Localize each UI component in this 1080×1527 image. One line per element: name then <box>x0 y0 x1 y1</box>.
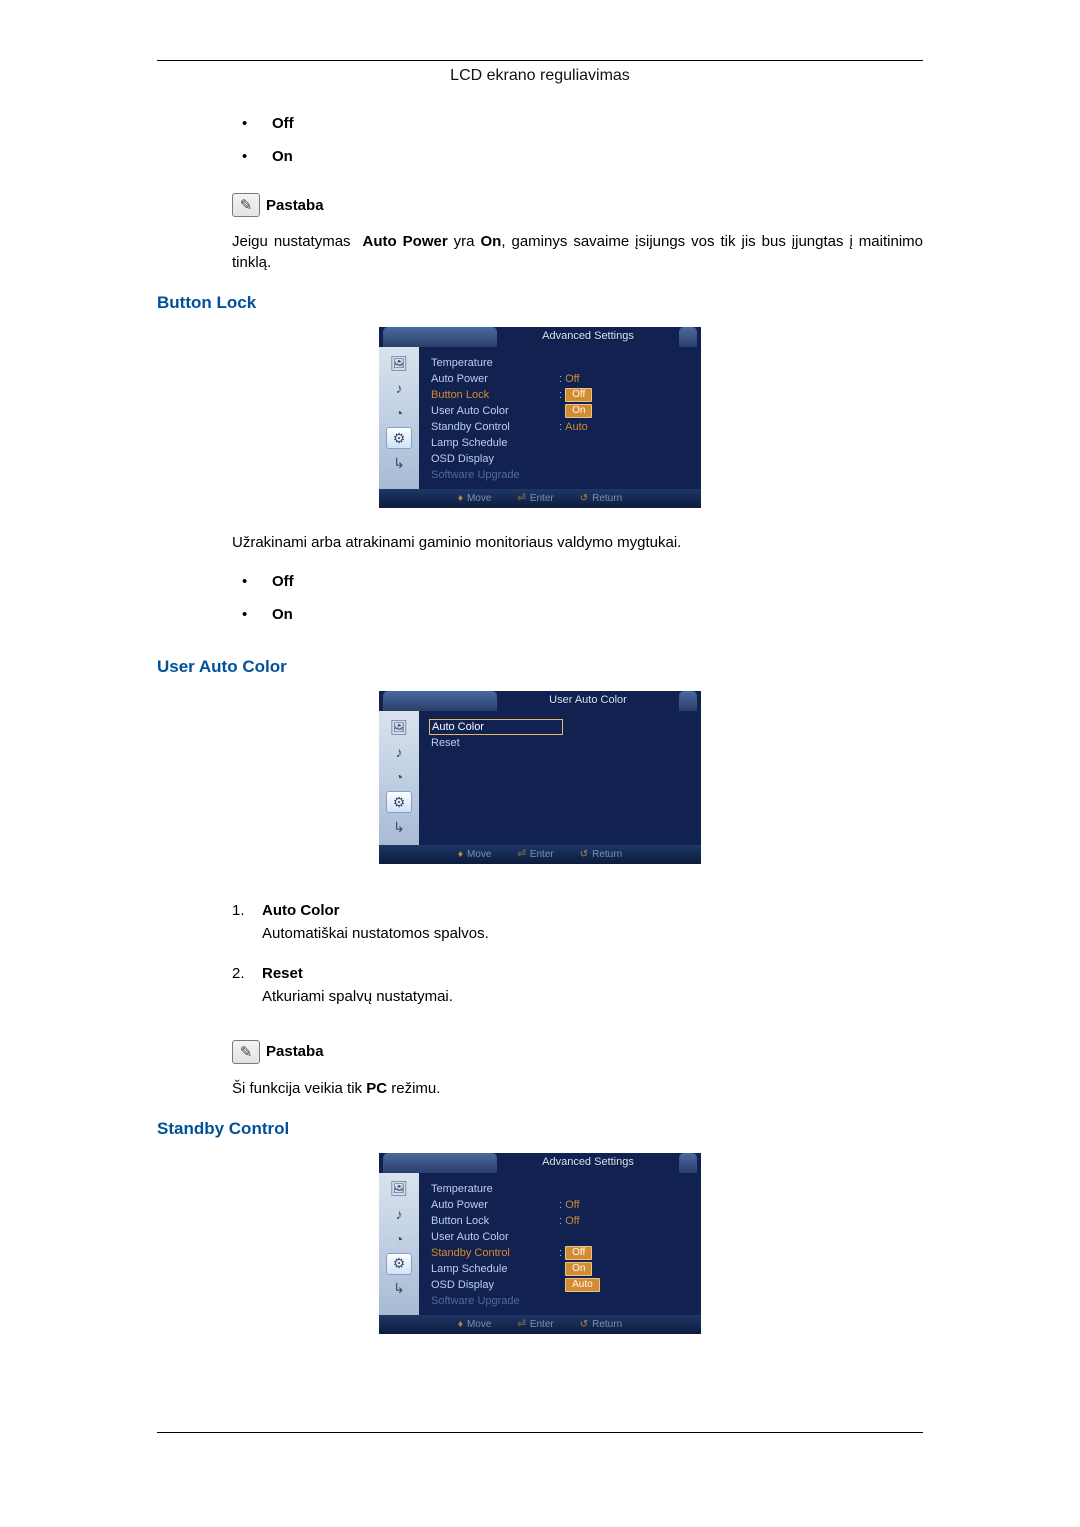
user-auto-color-list: 1.Auto Color Automatiškai nustatomos spa… <box>232 894 923 1020</box>
osd-user-auto-color: User Auto Color 🖼 ♪ ◔ ⚙ ↳ Auto Color Res… <box>157 685 923 882</box>
sound-icon: ♪ <box>386 377 412 399</box>
osd-item-reset: Reset <box>431 735 691 751</box>
osd-footer: ♦Move ⏎Enter ↺Return <box>379 1315 701 1334</box>
osd-title: Advanced Settings <box>497 1153 679 1173</box>
picture-icon: 🖼 <box>386 716 412 738</box>
enter-icon: ⏎ <box>517 1319 525 1330</box>
osd-tab-cap <box>679 691 697 711</box>
osd-item-lamp-schedule: Lamp Schedule: On <box>431 1261 691 1277</box>
osd-item-button-lock: Button Lock: Off <box>431 1213 691 1229</box>
return-icon: ↺ <box>580 1319 588 1330</box>
document-content: LCD ekrano reguliavimas Off On ✎ Pastaba… <box>157 60 923 1433</box>
osd-tab <box>383 691 497 711</box>
osd-tab-cap <box>679 1153 697 1173</box>
osd-item-button-lock: Button Lock: Off <box>431 387 691 403</box>
return-icon: ↺ <box>580 849 588 860</box>
sound-icon: ♪ <box>386 1203 412 1225</box>
note-icon: ✎ <box>232 193 260 217</box>
osd-item-temperature: Temperature <box>431 355 691 371</box>
item-auto-color: 1.Auto Color Automatiškai nustatomos spa… <box>232 894 923 957</box>
return-icon: ↺ <box>580 493 588 504</box>
button-lock-desc: Užrakinami arba atrakinami gaminio monit… <box>157 532 923 553</box>
move-icon: ♦ <box>458 1319 463 1330</box>
heading-button-lock: Button Lock <box>157 279 923 321</box>
move-icon: ♦ <box>458 849 463 860</box>
note-label: Pastaba <box>266 197 324 214</box>
option-on: On <box>232 598 923 631</box>
osd-tab <box>383 327 497 347</box>
option-on: On <box>232 140 923 173</box>
osd-item-osd-display: OSD Display <box>431 451 691 467</box>
osd-tab <box>383 1153 497 1173</box>
osd-footer: ♦Move ⏎Enter ↺Return <box>379 489 701 508</box>
osd-item-software-upgrade: Software Upgrade <box>431 1293 691 1309</box>
option-list: Off On <box>232 107 923 173</box>
osd-title: User Auto Color <box>497 691 679 711</box>
osd-button-lock: Advanced Settings 🖼 ♪ ◔ ⚙ ↳ Temperature … <box>157 321 923 526</box>
clock-icon: ◔ <box>386 1228 412 1250</box>
osd-sidebar: 🖼 ♪ ◔ ⚙ ↳ <box>379 347 419 489</box>
osd-standby: Advanced Settings 🖼 ♪ ◔ ⚙ ↳ Temperature … <box>157 1147 923 1352</box>
osd-item-auto-color: Auto Color <box>431 719 691 735</box>
option-off: Off <box>232 107 923 140</box>
option-off: Off <box>232 565 923 598</box>
note: ✎ Pastaba <box>157 185 923 225</box>
picture-icon: 🖼 <box>386 1178 412 1200</box>
osd-tab-cap <box>679 327 697 347</box>
gear-icon: ⚙ <box>386 791 412 813</box>
exit-icon: ↳ <box>386 816 412 838</box>
note-icon: ✎ <box>232 1040 260 1064</box>
gear-icon: ⚙ <box>386 427 412 449</box>
user-auto-color-note: Ši funkcija veikia tik PC režimu. <box>157 1078 923 1099</box>
page-header: LCD ekrano reguliavimas <box>157 61 923 95</box>
exit-icon: ↳ <box>386 1278 412 1300</box>
osd-item-auto-power: Auto Power: Off <box>431 371 691 387</box>
osd-item-osd-display: OSD Display: Auto <box>431 1277 691 1293</box>
enter-icon: ⏎ <box>517 493 525 504</box>
heading-standby-control: Standby Control <box>157 1105 923 1147</box>
clock-icon: ◔ <box>386 766 412 788</box>
osd-item-software-upgrade: Software Upgrade <box>431 467 691 483</box>
osd-sidebar: 🖼 ♪ ◔ ⚙ ↳ <box>379 711 419 845</box>
clock-icon: ◔ <box>386 402 412 424</box>
exit-icon: ↳ <box>386 452 412 474</box>
sound-icon: ♪ <box>386 741 412 763</box>
osd-item-lamp-schedule: Lamp Schedule <box>431 435 691 451</box>
osd-title: Advanced Settings <box>497 327 679 347</box>
osd-footer: ♦Move ⏎Enter ↺Return <box>379 845 701 864</box>
heading-user-auto-color: User Auto Color <box>157 643 923 685</box>
note: ✎ Pastaba <box>157 1032 923 1072</box>
enter-icon: ⏎ <box>517 849 525 860</box>
osd-item-standby-control: Standby Control: Off <box>431 1245 691 1261</box>
osd-item-user-auto-color: User Auto Color: On <box>431 403 691 419</box>
note-label: Pastaba <box>266 1043 324 1060</box>
item-reset: 2.Reset Atkuriami spalvų nustatymai. <box>232 957 923 1020</box>
gear-icon: ⚙ <box>386 1253 412 1275</box>
button-lock-options: Off On <box>232 565 923 631</box>
move-icon: ♦ <box>458 493 463 504</box>
osd-item-user-auto-color: User Auto Color <box>431 1229 691 1245</box>
osd-item-standby-control: Standby Control: Auto <box>431 419 691 435</box>
osd-sidebar: 🖼 ♪ ◔ ⚙ ↳ <box>379 1173 419 1315</box>
osd-item-auto-power: Auto Power: Off <box>431 1197 691 1213</box>
osd-item-temperature: Temperature <box>431 1181 691 1197</box>
picture-icon: 🖼 <box>386 352 412 374</box>
auto-power-note: Jeigu nustatymas Auto Power yra On, gami… <box>157 231 923 273</box>
